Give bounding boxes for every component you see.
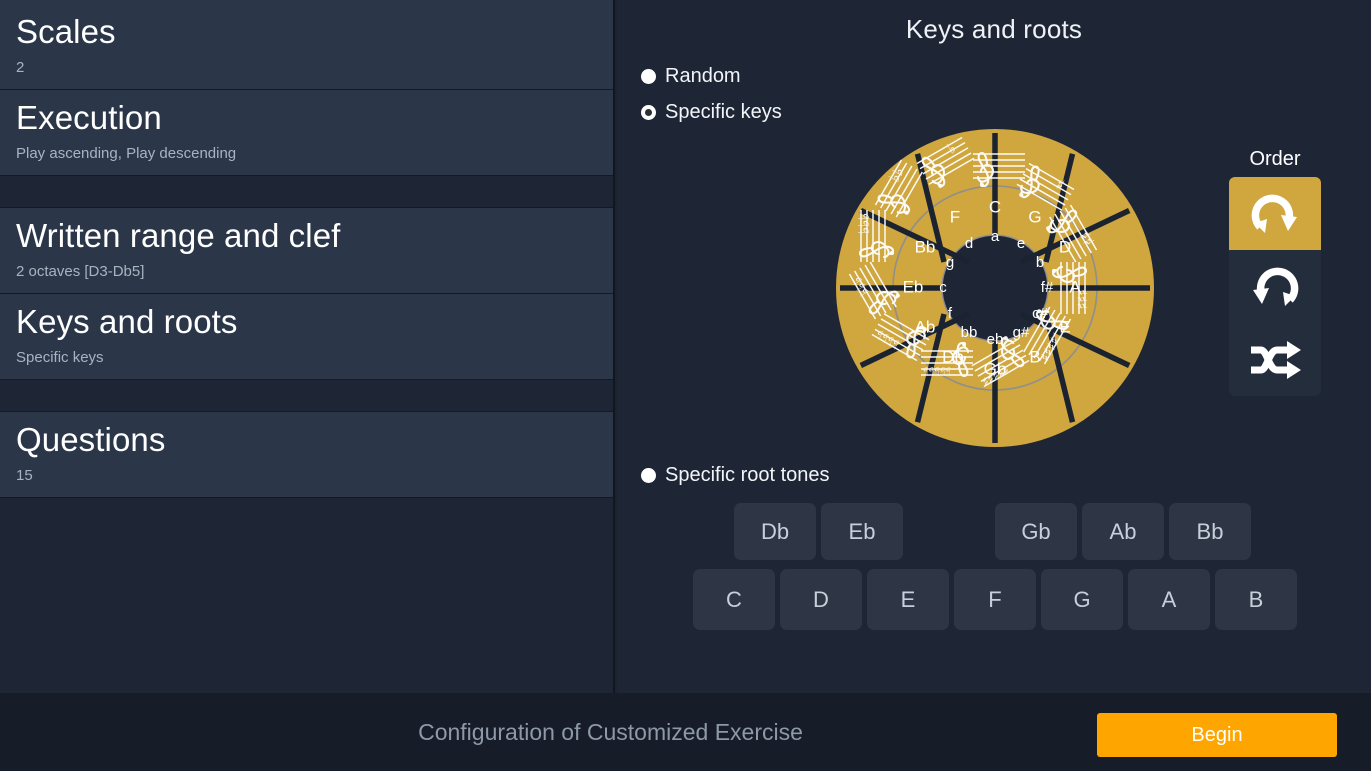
- circle-of-fifths-wheel[interactable]: ♯ ♯♯ ♯♯♯ ♯♯♯♯ ♯♯♯♯♯ ♭♭♭♭♭ ♭♭♭♭ ♭♭♭ ♭♭♭ ♭…: [835, 128, 1155, 448]
- root-key-B[interactable]: B: [1215, 569, 1297, 630]
- major-key-C: C: [989, 197, 1001, 216]
- sidebar-separator: [0, 176, 613, 208]
- major-key-Eb: Eb: [903, 277, 924, 296]
- minor-key-fs: f#: [1041, 279, 1054, 296]
- radio-option-specific-keys[interactable]: Specific keys: [641, 97, 1371, 127]
- root-tones-section: Specific root tones Db Eb Gb Ab Bb C D E…: [617, 460, 1371, 650]
- minor-key-g: g: [946, 254, 954, 271]
- wheel-hub: [941, 234, 1049, 342]
- major-key-A: A: [1069, 277, 1081, 296]
- sidebar-item-written-range-and-clef[interactable]: Written range and clef 2 octaves [D3-Db5…: [0, 208, 613, 294]
- major-key-D: D: [1059, 237, 1071, 256]
- sidebar-item-scales[interactable]: Scales 2: [0, 0, 613, 90]
- sidebar-item-subtitle: Play ascending, Play descending: [16, 145, 237, 162]
- sidebar-item-execution[interactable]: Execution Play ascending, Play descendin…: [0, 90, 613, 176]
- sidebar-item-subtitle: 2 octaves [D3-Db5]: [16, 263, 145, 280]
- order-button-shuffle[interactable]: [1229, 323, 1321, 396]
- minor-key-b: b: [1036, 254, 1044, 271]
- order-button-counterclockwise[interactable]: [1229, 250, 1321, 323]
- radio-dot-icon: [641, 467, 656, 483]
- rotate-clockwise-icon: [1251, 194, 1297, 233]
- major-key-E: E: [1059, 317, 1070, 336]
- order-control: Order: [1229, 148, 1321, 396]
- root-key-F[interactable]: F: [954, 569, 1036, 630]
- svg-text:♭♭♭: ♭♭♭: [855, 213, 873, 234]
- minor-key-bb: bb: [961, 324, 978, 341]
- minor-key-d: d: [965, 235, 973, 252]
- sidebar-item-title: Scales: [16, 13, 116, 50]
- major-key-B: B: [1029, 347, 1040, 366]
- radio-label: Specific keys: [665, 100, 782, 123]
- minor-key-eb: eb: [987, 331, 1004, 348]
- order-button-group: [1229, 177, 1321, 396]
- root-key-Db[interactable]: Db: [734, 503, 816, 560]
- sidebar-item-questions[interactable]: Questions 15: [0, 412, 613, 498]
- major-key-Gb: Gb: [984, 359, 1007, 378]
- rotate-counterclockwise-icon: [1253, 267, 1299, 306]
- root-key-E[interactable]: E: [867, 569, 949, 630]
- white-keys-row: C D E F G A B: [693, 569, 1302, 630]
- minor-key-c: c: [939, 279, 947, 296]
- sidebar-item-subtitle: Specific keys: [16, 349, 104, 366]
- root-key-C[interactable]: C: [693, 569, 775, 630]
- root-key-D[interactable]: D: [780, 569, 862, 630]
- root-key-Eb[interactable]: Eb: [821, 503, 903, 560]
- radio-option-random[interactable]: Random: [641, 61, 1371, 91]
- sidebar-item-title: Execution: [16, 99, 162, 136]
- major-key-Db: Db: [942, 347, 964, 366]
- settings-sidebar: Scales 2 Execution Play ascending, Play …: [0, 0, 615, 693]
- sidebar-empty-space: [0, 498, 613, 638]
- radio-label: Specific root tones: [665, 463, 830, 486]
- black-key-gap: [908, 503, 990, 560]
- root-key-A[interactable]: A: [1128, 569, 1210, 630]
- root-key-Bb[interactable]: Bb: [1169, 503, 1251, 560]
- shuffle-icon: [1251, 340, 1301, 379]
- radio-dot-selected-icon: [641, 104, 656, 120]
- minor-key-gs: g#: [1013, 324, 1030, 341]
- sidebar-item-keys-and-roots[interactable]: Keys and roots Specific keys: [0, 294, 613, 380]
- root-key-Gb[interactable]: Gb: [995, 503, 1077, 560]
- begin-button[interactable]: Begin: [1097, 713, 1337, 757]
- minor-key-cs: c#: [1032, 305, 1049, 322]
- sidebar-item-subtitle: 2: [16, 59, 25, 76]
- major-key-G: G: [1028, 207, 1041, 226]
- radio-option-specific-root-tones[interactable]: Specific root tones: [641, 460, 1371, 490]
- major-key-Ab: Ab: [915, 317, 936, 336]
- sidebar-item-title: Keys and roots: [16, 303, 238, 340]
- radio-dot-icon: [641, 68, 656, 84]
- root-key-G[interactable]: G: [1041, 569, 1123, 630]
- sidebar-item-title: Questions: [16, 421, 166, 458]
- major-key-F: F: [950, 207, 960, 226]
- order-title: Order: [1249, 148, 1301, 170]
- app-window: Scales 2 Execution Play ascending, Play …: [0, 0, 1371, 771]
- sidebar-item-subtitle: 15: [16, 467, 33, 484]
- page-title: Keys and roots: [905, 14, 1083, 44]
- radio-label: Random: [665, 64, 741, 87]
- black-keys-row: Db Eb Gb Ab Bb: [734, 503, 1256, 560]
- sidebar-separator: [0, 380, 613, 412]
- minor-key-e: e: [1017, 235, 1025, 252]
- major-key-Bb: Bb: [915, 237, 936, 256]
- root-key-Ab[interactable]: Ab: [1082, 503, 1164, 560]
- order-button-clockwise[interactable]: [1229, 177, 1321, 250]
- sidebar-item-title: Written range and clef: [16, 217, 341, 254]
- minor-key-a: a: [991, 228, 1000, 245]
